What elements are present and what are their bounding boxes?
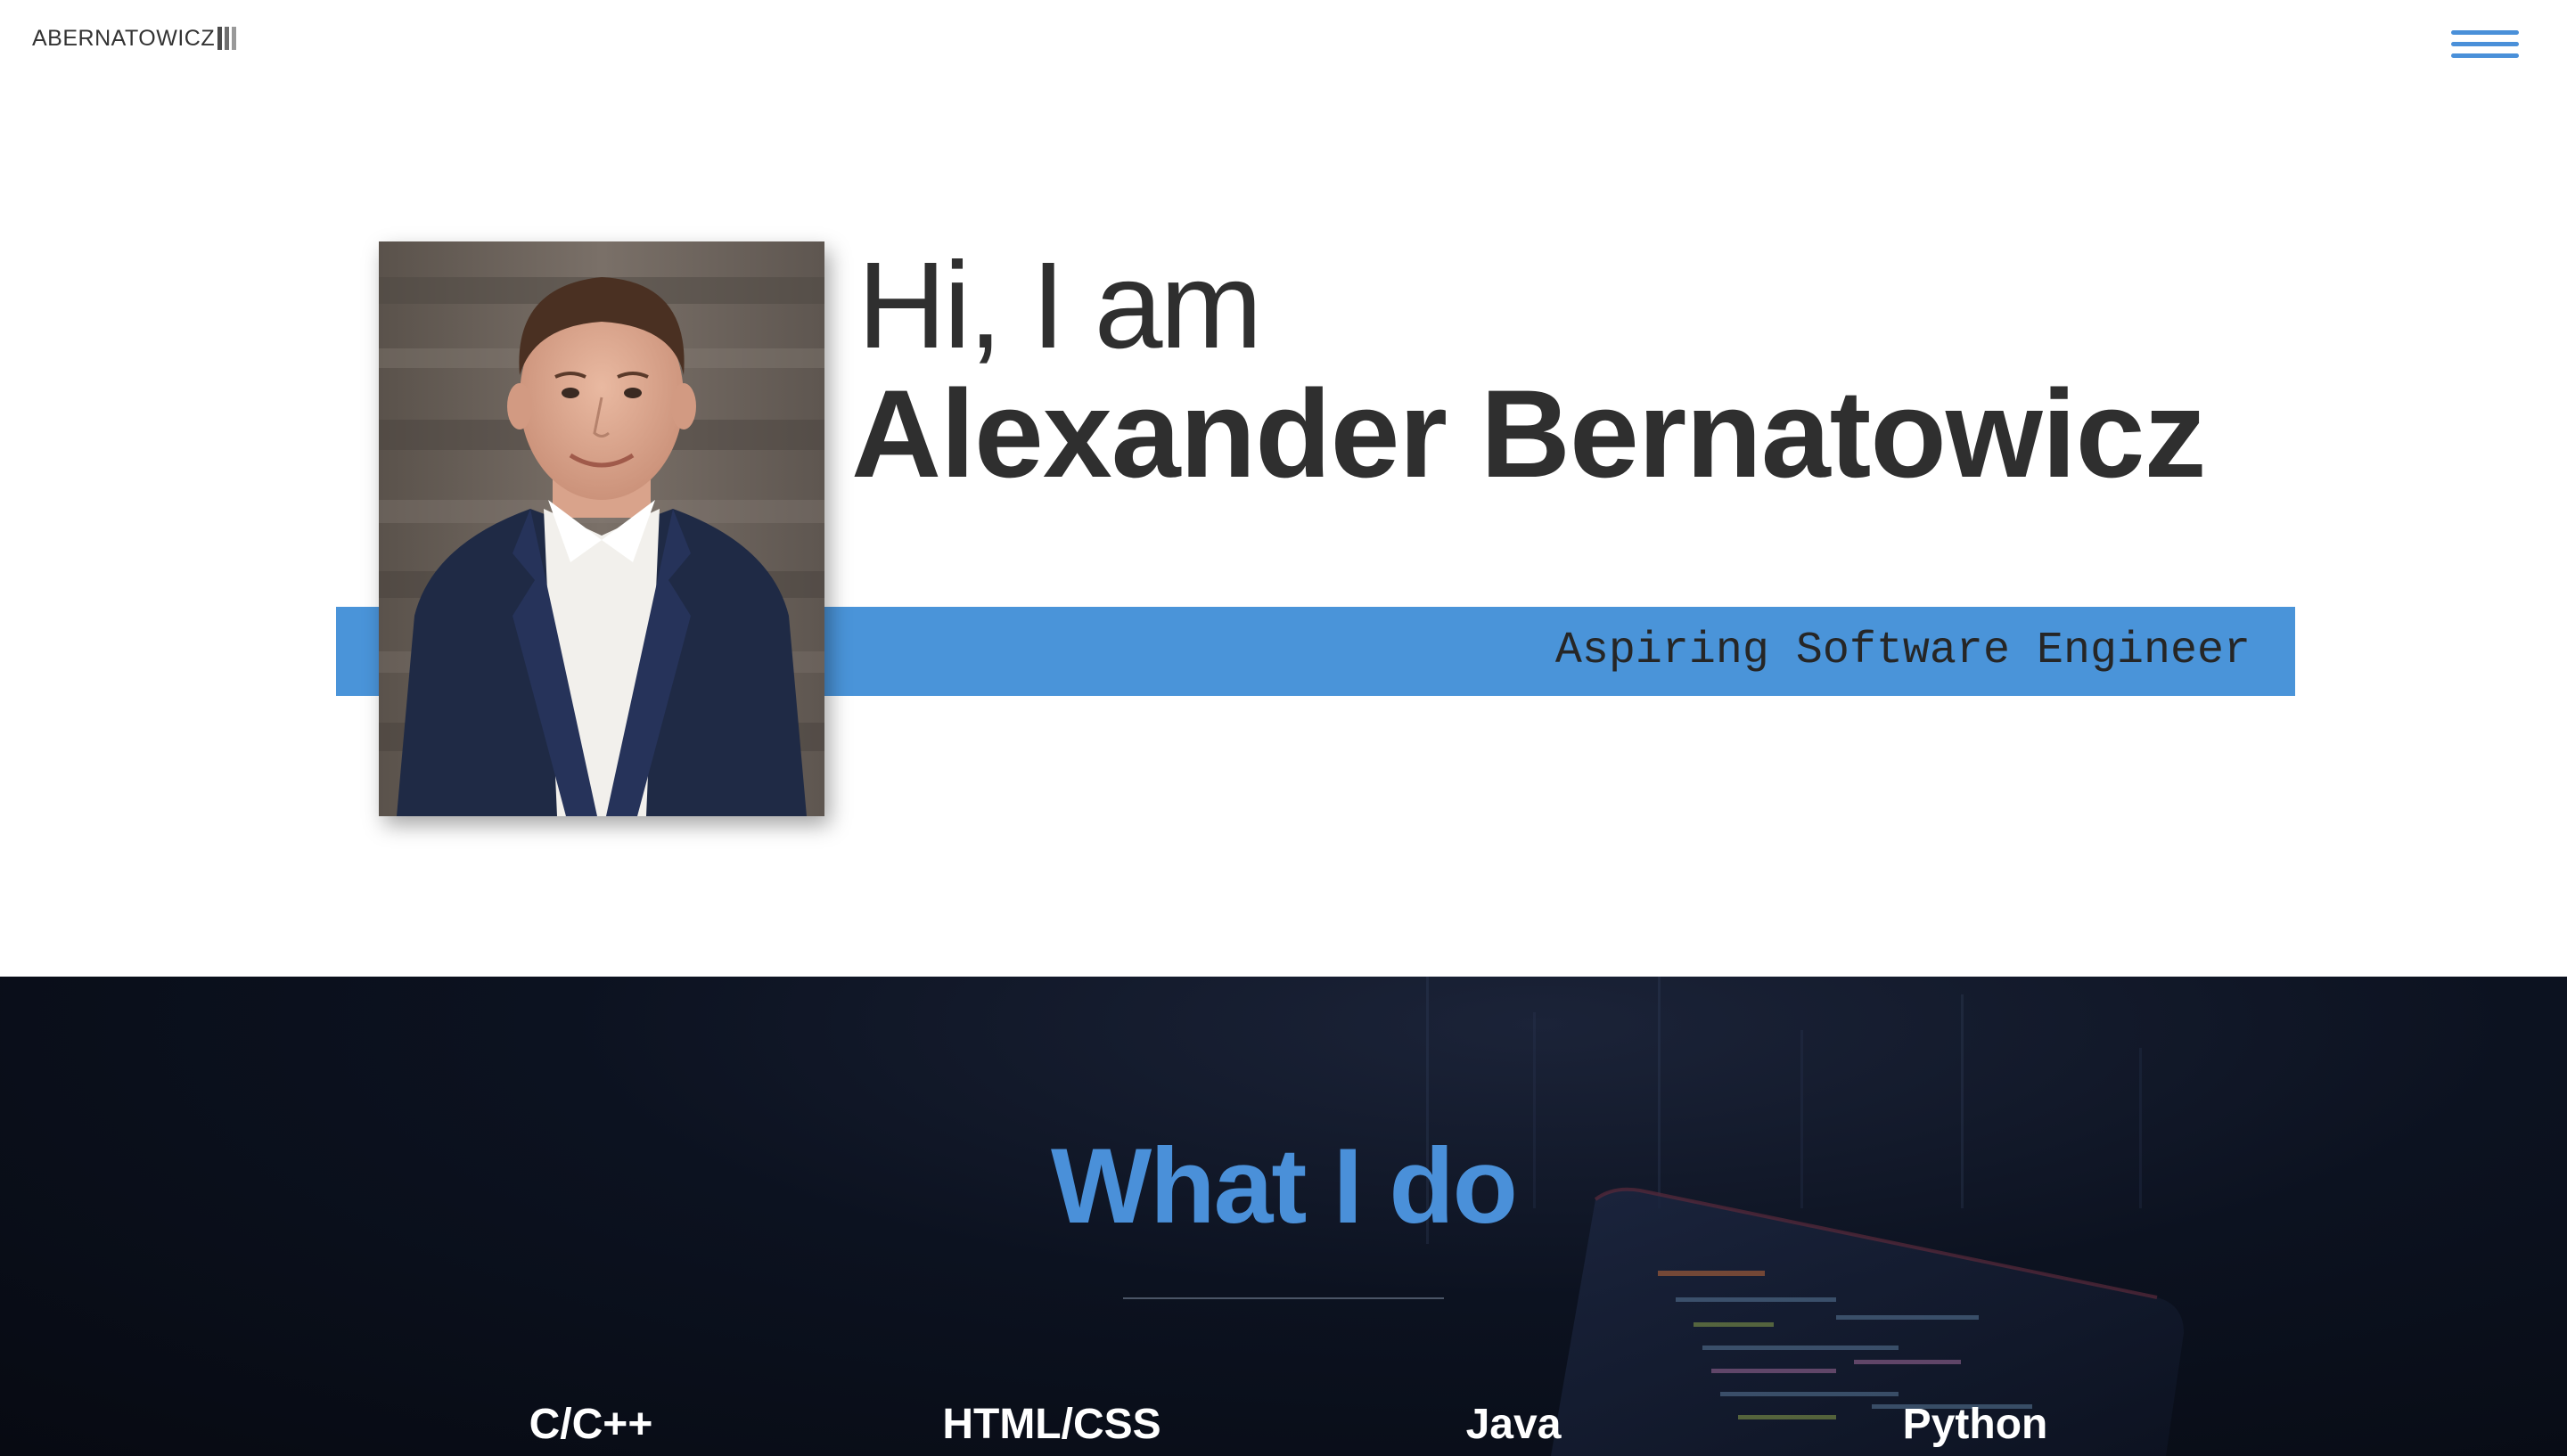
skill-java: Java xyxy=(1465,1401,1562,1448)
logo-bars-icon xyxy=(217,27,237,50)
section-title: What I do xyxy=(1051,1126,1518,1246)
site-logo[interactable]: ABERNATOWICZ xyxy=(32,25,237,52)
hero-tagline: Aspiring Software Engineer xyxy=(1554,626,2251,676)
section-divider xyxy=(1123,1297,1444,1299)
logo-text: ABERNATOWICZ xyxy=(32,25,216,51)
skill-html-css: HTML/CSS xyxy=(942,1401,1161,1448)
hamburger-menu-icon[interactable] xyxy=(2451,28,2519,63)
hero-name: Alexander Bernatowicz xyxy=(851,364,2206,503)
profile-photo xyxy=(379,241,824,816)
skill-python: Python xyxy=(1902,1401,2048,1448)
hero-greeting: Hi, I am xyxy=(857,237,1262,374)
skill-c-cpp: C/C++ xyxy=(529,1401,653,1448)
what-i-do-section: What I do C/C++ HTML/CSS Java Python xyxy=(0,977,2567,1456)
